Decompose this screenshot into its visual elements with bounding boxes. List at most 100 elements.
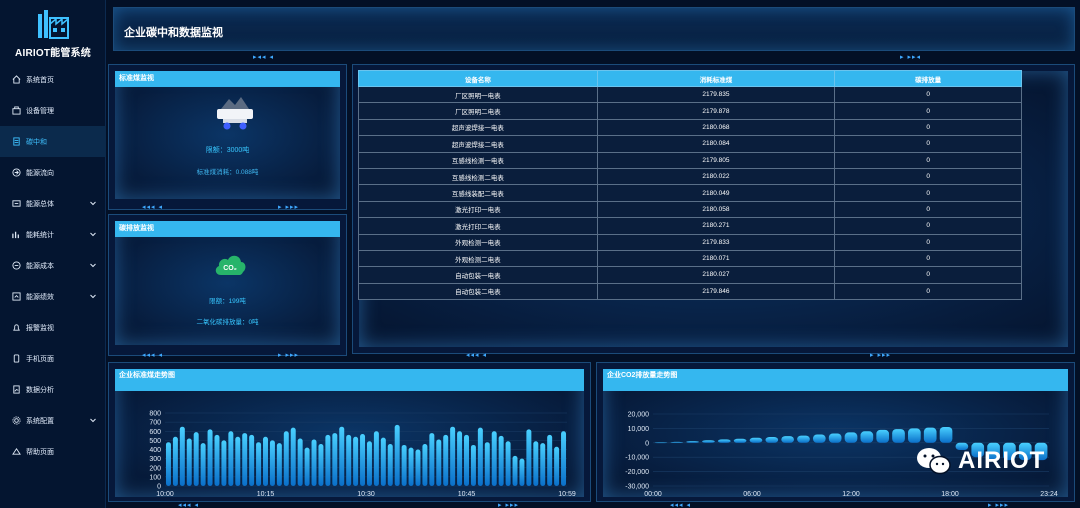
column-header-carbon[interactable]: 碳排放量 bbox=[834, 70, 1022, 87]
chart-bar[interactable] bbox=[812, 434, 826, 443]
table-row[interactable]: 激光打印一电表 2180.058 0 bbox=[358, 200, 1022, 219]
chart-bar[interactable] bbox=[781, 436, 794, 443]
chart-bar[interactable] bbox=[526, 429, 532, 486]
sidebar-item-10[interactable]: 数据分析 bbox=[0, 374, 106, 405]
chart-bar[interactable] bbox=[654, 442, 668, 444]
chart-bar[interactable] bbox=[765, 437, 779, 443]
chart-bar[interactable] bbox=[373, 431, 379, 486]
chart-bar[interactable] bbox=[165, 442, 171, 486]
chart-bar[interactable] bbox=[214, 434, 220, 486]
chart-bar[interactable] bbox=[200, 443, 206, 486]
table-row[interactable]: 超声波焊接一电表 2180.068 0 bbox=[358, 118, 1022, 137]
chart-bar[interactable] bbox=[235, 436, 241, 486]
chart-bar[interactable] bbox=[844, 432, 858, 443]
table-row[interactable]: 自动包装二电表 2179.846 0 bbox=[358, 282, 1022, 301]
sidebar-item-1[interactable]: 设备管理 bbox=[0, 95, 106, 126]
chart-bar[interactable] bbox=[242, 433, 248, 486]
chart-bar[interactable] bbox=[686, 441, 699, 443]
sidebar-item-11[interactable]: 系统配置 bbox=[0, 405, 106, 436]
chart-bar[interactable] bbox=[828, 433, 842, 443]
chart-bar[interactable] bbox=[519, 458, 525, 486]
chart-bar[interactable] bbox=[276, 443, 282, 486]
sidebar-item-4[interactable]: 能源总体 bbox=[0, 188, 106, 219]
chart-bar[interactable] bbox=[256, 442, 262, 486]
chart-bar[interactable] bbox=[860, 431, 874, 443]
chart-bar[interactable] bbox=[512, 455, 518, 486]
table-row[interactable]: 厂区照明一电表 2179.835 0 bbox=[358, 85, 1022, 104]
chart-bar[interactable] bbox=[797, 435, 810, 443]
chart-bar[interactable] bbox=[172, 436, 178, 486]
table-row[interactable]: 激光打印二电表 2180.271 0 bbox=[358, 217, 1022, 235]
table-row[interactable]: 互感线检测二电表 2180.022 0 bbox=[358, 167, 1022, 186]
chart-bar[interactable] bbox=[717, 439, 731, 443]
chart-bar[interactable] bbox=[876, 429, 890, 443]
chart-bar[interactable] bbox=[332, 433, 338, 486]
chart-bar[interactable] bbox=[749, 437, 763, 443]
chart-bar[interactable] bbox=[360, 433, 366, 486]
chart-bar[interactable] bbox=[193, 432, 199, 486]
chart-bar[interactable] bbox=[263, 436, 268, 486]
chart-bar[interactable] bbox=[249, 434, 255, 486]
sidebar-item-5[interactable]: 能耗统计 bbox=[0, 219, 106, 250]
chevron-down-icon[interactable] bbox=[89, 416, 97, 424]
sidebar-item-0[interactable]: 系统首页 bbox=[0, 64, 106, 95]
chart-bar[interactable] bbox=[394, 424, 400, 486]
sidebar-item-7[interactable]: 能源绩效 bbox=[0, 281, 106, 312]
chart-bar[interactable] bbox=[464, 434, 469, 486]
chart-bar[interactable] bbox=[186, 438, 192, 486]
table-row[interactable]: 外观检测二电表 2180.071 0 bbox=[358, 249, 1022, 268]
chart-bar[interactable] bbox=[228, 431, 234, 486]
chart-bar[interactable] bbox=[436, 439, 442, 486]
column-header-coal[interactable]: 消耗标准煤 bbox=[596, 70, 836, 87]
chart-bar[interactable] bbox=[387, 444, 393, 486]
table-row[interactable]: 互感线检测一电表 2179.805 0 bbox=[358, 151, 1022, 169]
table-row[interactable]: 厂区照明二电表 2179.878 0 bbox=[358, 102, 1022, 120]
chart-bar[interactable] bbox=[269, 440, 275, 486]
chart-bar[interactable] bbox=[207, 429, 213, 486]
chart-bar[interactable] bbox=[443, 434, 449, 486]
chart-bar[interactable] bbox=[325, 434, 331, 486]
chart-bar[interactable] bbox=[221, 440, 227, 486]
chevron-down-icon[interactable] bbox=[89, 199, 97, 207]
chart-bar[interactable] bbox=[401, 444, 407, 486]
chart-bar[interactable] bbox=[908, 428, 921, 443]
chart-bar[interactable] bbox=[561, 431, 567, 486]
sidebar-item-12[interactable]: 帮助页面 bbox=[0, 436, 106, 467]
chart-bar[interactable] bbox=[505, 441, 511, 486]
chart-bar[interactable] bbox=[498, 435, 504, 486]
chart-bar[interactable] bbox=[346, 434, 352, 486]
chart-bar[interactable] bbox=[540, 443, 546, 486]
table-row[interactable]: 超声波焊接二电表 2180.084 0 bbox=[358, 135, 1022, 153]
chart-bar[interactable] bbox=[422, 444, 428, 486]
table-row[interactable]: 互感线装配二电表 2180.049 0 bbox=[358, 184, 1022, 202]
chart-bar[interactable] bbox=[491, 431, 497, 486]
chart-bar[interactable] bbox=[670, 441, 684, 443]
sidebar-item-9[interactable]: 手机页面 bbox=[0, 343, 106, 374]
chart-bar[interactable] bbox=[733, 438, 747, 443]
chart-bar[interactable] bbox=[533, 441, 539, 486]
chart-bar[interactable] bbox=[408, 447, 414, 486]
chart-bar[interactable] bbox=[283, 431, 289, 486]
chart-bar[interactable] bbox=[297, 438, 303, 486]
chart-bar[interactable] bbox=[318, 444, 324, 486]
chart-bar[interactable] bbox=[923, 427, 937, 443]
chart-bar[interactable] bbox=[939, 426, 953, 443]
chart-bar[interactable] bbox=[547, 434, 553, 486]
chart-bar[interactable] bbox=[554, 446, 560, 486]
chevron-down-icon[interactable] bbox=[89, 292, 97, 300]
chart-bar[interactable] bbox=[339, 426, 345, 486]
chart-bar[interactable] bbox=[380, 437, 386, 486]
chart-bar[interactable] bbox=[290, 427, 296, 486]
chart-bar[interactable] bbox=[457, 431, 463, 486]
chart-bar[interactable] bbox=[353, 436, 359, 486]
chart-bar[interactable] bbox=[311, 439, 317, 486]
chart-bar[interactable] bbox=[892, 429, 905, 443]
chart-bar[interactable] bbox=[477, 427, 483, 486]
table-row[interactable]: 外观检测一电表 2179.833 0 bbox=[358, 233, 1022, 251]
chart-bar[interactable] bbox=[450, 426, 456, 486]
chart-bar[interactable] bbox=[366, 441, 372, 486]
sidebar-item-8[interactable]: 报警监视 bbox=[0, 312, 106, 343]
sidebar-item-6[interactable]: 能源成本 bbox=[0, 250, 106, 281]
column-header-device[interactable]: 设备名称 bbox=[358, 70, 598, 87]
chart-bar[interactable] bbox=[470, 444, 476, 486]
